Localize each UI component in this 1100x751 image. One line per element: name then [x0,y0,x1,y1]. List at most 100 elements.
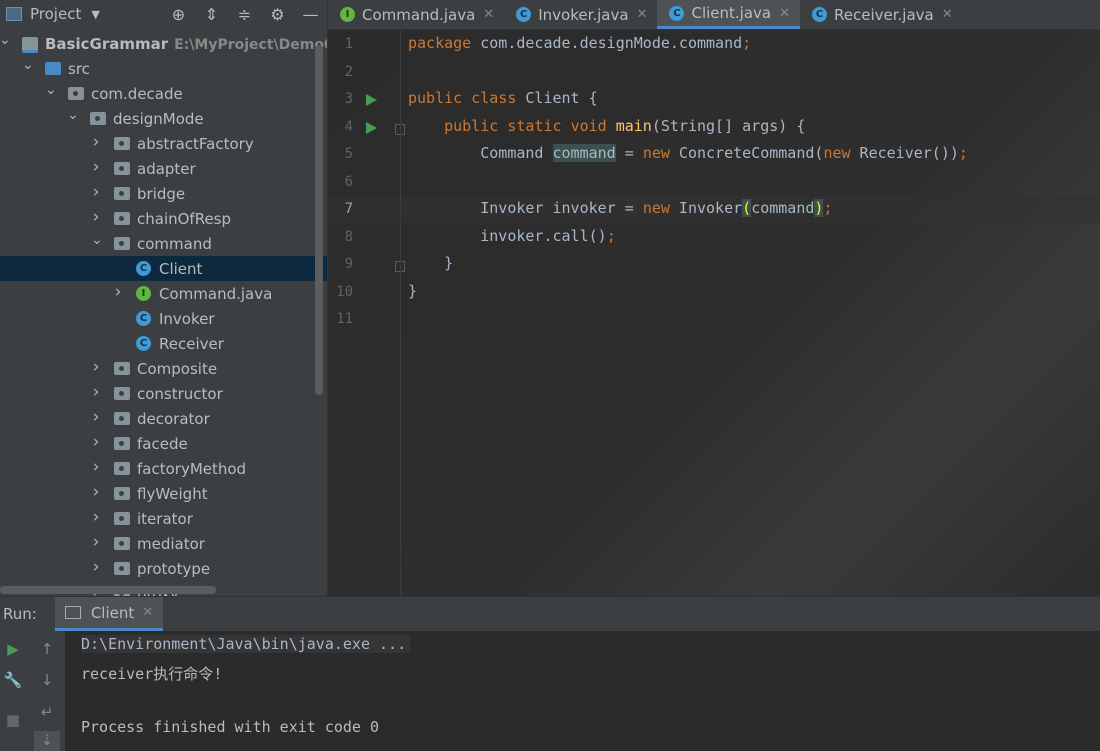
chevron-right-icon[interactable]: › [91,482,101,502]
tree-node[interactable]: ⌄ src [0,56,327,81]
tree-node[interactable]: › mediator [0,531,327,556]
rerun-icon[interactable]: ▶ [3,640,23,660]
tree-node[interactable]: › adapter [0,156,327,181]
chevron-down-icon[interactable]: ⌄ [45,82,57,98]
tree-node[interactable]: › factoryMethod [0,456,327,481]
package-icon [114,487,130,500]
editor-tab-label: Command.java [362,5,476,24]
hide-icon[interactable]: — [294,5,327,24]
tree-node[interactable]: C Client [0,256,327,281]
tree-node[interactable]: › constructor [0,381,327,406]
chevron-right-icon[interactable]: › [91,132,101,152]
scroll-to-end-icon[interactable]: ⇣ [34,731,60,751]
code-line[interactable]: Invoker invoker = new Invoker(command); [408,195,832,222]
chevron-right-icon[interactable]: › [91,507,101,527]
console-toolbar: ▶ ↑ 🔧 ↓ ■ ↵ ⇣ [0,631,65,751]
package-icon [114,437,130,450]
code-line[interactable]: Command command = new ConcreteCommand(ne… [408,140,968,167]
chevron-down-icon[interactable]: ⌄ [67,107,79,123]
chevron-down-icon[interactable]: ⌄ [0,32,11,48]
chevron-down-icon[interactable]: ▼ [91,8,99,21]
code-line[interactable]: invoker.call(); [408,223,615,250]
close-icon[interactable]: ✕ [483,7,494,22]
line-number: 8 [344,228,353,245]
editor-tab[interactable]: I Command.java ✕ [328,0,504,29]
tree-node[interactable]: C Invoker [0,306,327,331]
tree-node[interactable]: › facede [0,431,327,456]
chevron-right-icon[interactable]: › [91,557,101,577]
package-icon [114,462,130,475]
tree-node[interactable]: › Composite [0,356,327,381]
tree-node-label: flyWeight [137,484,208,503]
tree-node[interactable]: › chainOfResp [0,206,327,231]
chevron-right-icon[interactable]: › [91,157,101,177]
editor-tab-label: Client.java [691,4,772,22]
code-line[interactable]: } [408,278,417,305]
close-icon[interactable]: ✕ [942,7,953,22]
chevron-down-icon[interactable]: ⌄ [91,232,103,248]
project-panel-title: Project [30,5,82,23]
code-line[interactable]: package com.decade.designMode.command; [408,30,751,57]
tree-node[interactable]: › I Command.java [0,281,327,306]
code-editor[interactable]: 1 2 3 4 5 6 7 8 9 10 11 package com.decade.designM… [328,30,1100,596]
gear-icon[interactable]: ⚙ [261,5,294,24]
tree-node[interactable]: ⌄ command [0,231,327,256]
tree-node[interactable]: › decorator [0,406,327,431]
stop-icon[interactable]: ■ [3,711,23,731]
code-line[interactable]: public class Client { [408,85,598,112]
run-tab-client[interactable]: Client ✕ [54,597,164,631]
expand-all-icon[interactable]: ⇕ [195,5,228,24]
tree-node[interactable]: › iterator [0,506,327,531]
tree-node-label: command [137,234,212,253]
close-icon[interactable]: ✕ [142,605,153,620]
tree-node-label: facede [137,434,188,453]
editor-tab[interactable]: C Invoker.java ✕ [504,0,657,29]
chevron-right-icon[interactable]: › [91,432,101,452]
tree-node[interactable]: › abstractFactory [0,131,327,156]
locate-icon[interactable]: ⊕ [162,5,195,24]
tree-node[interactable]: › prototype [0,556,327,581]
tree-node[interactable]: ⌄ com.decade [0,81,327,106]
soft-wrap-icon[interactable]: ↵ [37,703,57,723]
chevron-right-icon[interactable]: › [91,532,101,552]
chevron-down-icon[interactable]: ⌄ [22,57,34,73]
arrow-down-icon[interactable]: ↓ [37,671,57,691]
tree-node-label: com.decade [91,84,183,103]
chevron-right-icon[interactable]: › [91,382,101,402]
editor-tab[interactable]: C Client.java ✕ [657,0,800,29]
tree-vertical-scrollbar[interactable] [315,45,323,395]
tree-node[interactable]: C Receiver [0,331,327,356]
package-icon [114,412,130,425]
chevron-right-icon[interactable]: › [91,207,101,227]
run-console[interactable]: ▶ ↑ 🔧 ↓ ■ ↵ ⇣ D:\Environment\Java\bin\ja… [0,631,1100,751]
code-line[interactable]: } [408,250,453,277]
tree-node[interactable]: ⌄ BasicGrammar E:\MyProject\Demo00 [0,31,327,56]
code-line[interactable]: public static void main(String[] args) { [408,113,805,140]
tree-node[interactable]: › flyWeight [0,481,327,506]
editor-tab[interactable]: C Receiver.java ✕ [800,0,963,29]
tree-node-label: Composite [137,359,218,378]
chevron-right-icon[interactable]: › [91,457,101,477]
class-icon: C [136,311,151,326]
tree-node-label: Command.java [159,284,273,303]
chevron-right-icon[interactable]: › [91,357,101,377]
tree-node[interactable]: › bridge [0,181,327,206]
console-line: receiver执行命令! [81,664,223,683]
tree-node-label: constructor [137,384,223,403]
arrow-up-icon[interactable]: ↑ [37,640,57,660]
run-tool-window-header: Run: Client ✕ [0,596,1100,631]
run-gutter-icon[interactable] [366,121,377,134]
package-icon [90,112,106,125]
run-gutter-icon[interactable] [366,94,377,106]
tree-horizontal-scrollbar[interactable] [0,586,216,594]
collapse-all-icon[interactable]: ≑ [228,5,261,24]
tree-node[interactable]: ⌄ designMode [0,106,327,131]
close-icon[interactable]: ✕ [779,6,790,21]
close-icon[interactable]: ✕ [637,7,648,22]
module-icon [22,37,38,53]
chevron-right-icon[interactable]: › [91,182,101,202]
chevron-right-icon[interactable]: › [113,282,123,302]
wrench-icon[interactable]: 🔧 [3,671,23,691]
chevron-right-icon[interactable]: › [91,407,101,427]
tree-node-label: mediator [137,534,205,553]
